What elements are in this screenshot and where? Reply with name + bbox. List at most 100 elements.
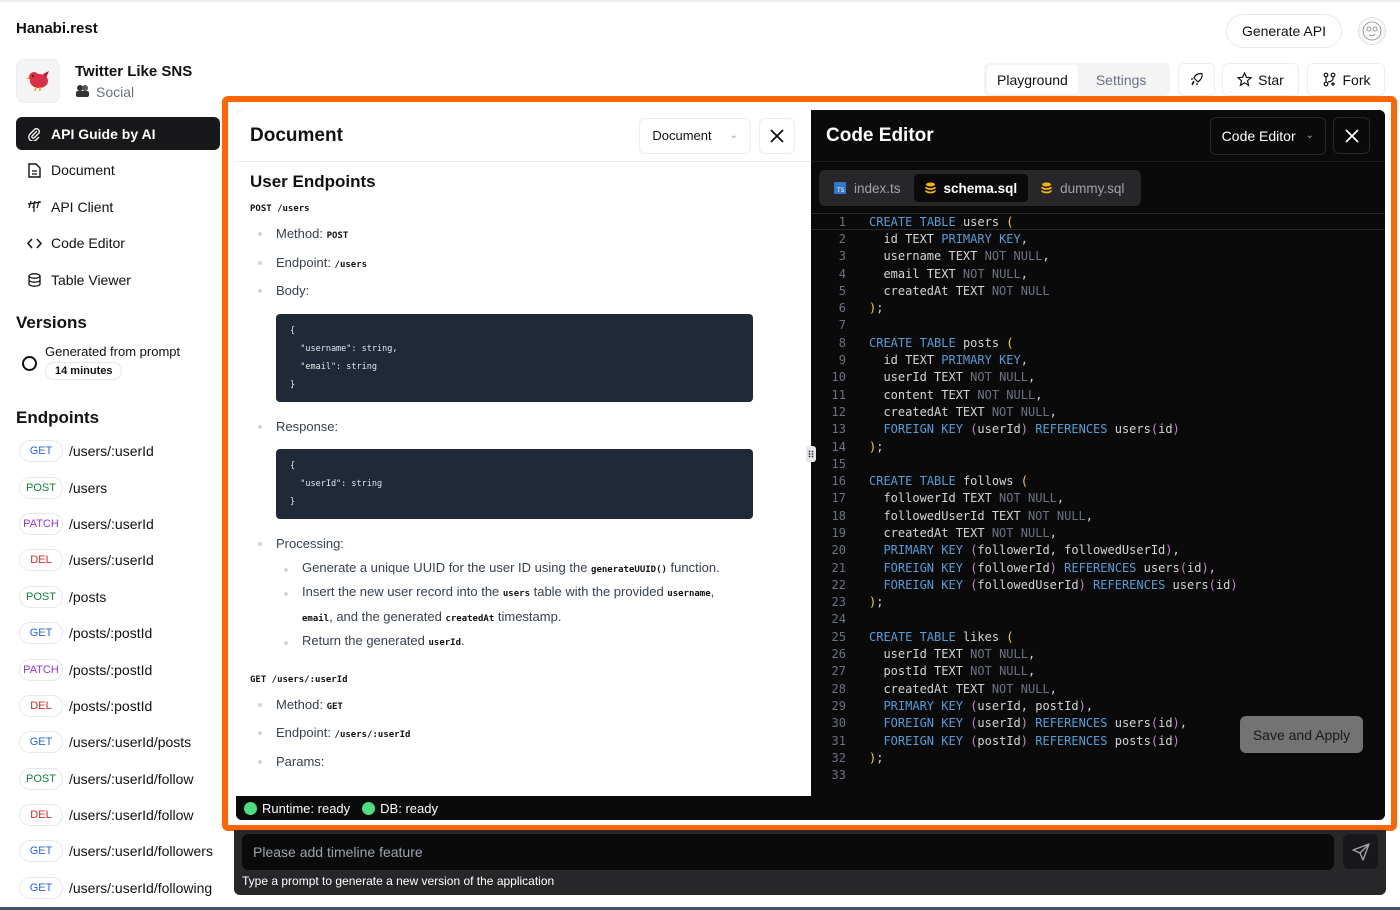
nav-label: Document (51, 162, 115, 178)
project-header: Twitter Like SNS Social (16, 59, 192, 103)
response-item: Response: (250, 414, 797, 440)
method-badge: GET (19, 731, 63, 754)
section-heading: User Endpoints (250, 172, 376, 191)
method-item: Method: POST (250, 221, 797, 250)
line-text: userId TEXT NOT NULL, (869, 647, 1036, 662)
code-line: 22 FOREIGN KEY (followedUserId) REFERENC… (811, 576, 1385, 593)
code-editor-select[interactable]: Code Editor ⌄ (1209, 116, 1326, 155)
endpoint-item[interactable]: DEL/users/:userId/follow (19, 797, 213, 833)
document-panel-select[interactable]: Document ⌄ (639, 117, 751, 154)
star-icon (1237, 72, 1253, 87)
line-text: FOREIGN KEY (userId) REFERENCES users(id… (883, 716, 1188, 731)
code-line: 26 userId TEXT NOT NULL, (811, 645, 1385, 662)
tab-settings[interactable]: Settings (1086, 65, 1157, 94)
send-button[interactable] (1343, 834, 1378, 869)
endpoint-path: /posts/:postId (69, 697, 153, 714)
generate-api-button[interactable]: Generate API (1225, 14, 1342, 48)
deploy-button[interactable] (1178, 63, 1215, 96)
file-tab-label: index.ts (854, 180, 901, 196)
db-status-dot (362, 801, 376, 815)
code-line: 17 followerId TEXT NOT NULL, (811, 490, 1385, 507)
line-text: CREATE TABLE posts ( (869, 335, 1014, 350)
typescript-icon: TS (834, 182, 846, 194)
endpoint-item[interactable]: GET/users/:userId/following (19, 870, 213, 906)
sidebar-item-api-client[interactable]: API Client (16, 190, 220, 223)
method-badge: GET (19, 840, 63, 863)
prompt-input[interactable] (242, 834, 1334, 870)
endpoint-item[interactable]: PATCH/posts/:postId (19, 651, 213, 687)
endpoint-path: /users/:userId/followers (69, 843, 213, 860)
line-text: FOREIGN KEY (followedUserId) REFERENCES … (883, 577, 1238, 592)
code-line: 14); (811, 438, 1385, 455)
sidebar-item-code-editor[interactable]: Code Editor (16, 227, 220, 260)
file-tab-schema-sql[interactable]: schema.sql (913, 174, 1029, 202)
database-icon (924, 182, 936, 194)
fork-button[interactable]: Fork (1307, 63, 1385, 96)
line-text: CREATE TABLE follows ( (869, 474, 1028, 489)
close-document-button[interactable] (759, 117, 795, 154)
sidebar-nav: API Guide by AI Document API Client Code… (16, 117, 220, 300)
line-number: 31 (831, 733, 846, 748)
endpoint-item: Endpoint: /users (250, 250, 797, 279)
close-editor-button[interactable] (1333, 117, 1370, 154)
user-avatar[interactable] (1358, 17, 1386, 45)
endpoint-item[interactable]: DEL/posts/:postId (19, 688, 213, 724)
version-age-badge: 14 minutes (45, 362, 123, 380)
runtime-status-dot (244, 801, 257, 815)
line-text: CREATE TABLE likes ( (869, 629, 1014, 644)
code-line: 16 CREATE TABLE follows ( (811, 472, 1385, 489)
code-area[interactable]: 1 CREATE TABLE users (2 id TEXT PRIMARY K… (811, 213, 1385, 784)
endpoint-item[interactable]: GET/posts/:postId (19, 615, 213, 651)
line-number: 28 (831, 681, 846, 696)
code-editor-title: Code Editor (826, 124, 934, 146)
endpoint-item[interactable]: DEL/users/:userId (19, 542, 213, 578)
endpoint-path: /users/:userId (69, 552, 154, 569)
endpoint-item[interactable]: GET/users/:userId/posts (19, 724, 213, 760)
line-text: FOREIGN KEY (followerId) REFERENCES user… (883, 560, 1216, 575)
line-number: 14 (831, 439, 846, 454)
database-icon (26, 272, 42, 288)
line-number: 6 (838, 301, 846, 316)
line-text: ); (869, 750, 884, 765)
body-code-block: { "username": string, "email": string } (276, 313, 753, 402)
endpoint-item[interactable]: GET/users/:userId/followers (19, 833, 213, 869)
file-tab-dummy-sql[interactable]: dummy.sql (1030, 174, 1135, 202)
save-and-apply-button[interactable]: Save and Apply (1240, 716, 1363, 753)
version-item[interactable]: Generated from prompt 14 minutes (22, 344, 180, 380)
endpoint-path: /users/:userId (69, 443, 154, 460)
file-tab-index-ts[interactable]: TS index.ts (823, 174, 912, 202)
brand-logo[interactable]: Hanabi.rest (16, 20, 98, 37)
method-badge: POST (19, 585, 63, 608)
code-line: 8 CREATE TABLE posts ( (811, 334, 1385, 351)
line-number: 20 (831, 543, 846, 558)
version-radio[interactable] (22, 356, 37, 371)
sidebar-item-document[interactable]: Document (16, 154, 220, 187)
svg-text:TS: TS (836, 187, 845, 194)
line-text: createdAt TEXT NOT NULL (869, 283, 1050, 298)
endpoint-item[interactable]: PATCH/users/:userId (19, 506, 213, 542)
nav-label: API Guide by AI (51, 125, 156, 142)
document-content: User Endpoints POST /users Method: POST … (236, 162, 811, 796)
star-button[interactable]: Star (1222, 63, 1299, 96)
line-text: FOREIGN KEY (userId) REFERENCES users(id… (883, 422, 1180, 437)
sidebar-item-api-guide[interactable]: API Guide by AI (16, 117, 220, 150)
endpoint-heading: POST /users (250, 204, 310, 214)
line-text: ); (869, 301, 884, 316)
endpoint-item[interactable]: POST/users/:userId/follow (19, 761, 213, 797)
sidebar-item-table-viewer[interactable]: Table Viewer (16, 263, 220, 296)
line-number: 8 (838, 335, 846, 350)
endpoint-item[interactable]: POST/posts (19, 579, 213, 615)
panel-resize-handle[interactable] (806, 446, 816, 462)
project-category-label: Social (96, 84, 135, 100)
fork-label: Fork (1342, 71, 1371, 88)
endpoint-item[interactable]: GET/users/:userId (19, 433, 213, 469)
endpoint-item[interactable]: POST/users (19, 469, 213, 505)
line-number: 3 (838, 249, 846, 264)
endpoint-path: /users/:userId/following (69, 879, 213, 896)
send-icon (1351, 842, 1370, 861)
tab-playground[interactable]: Playground (987, 65, 1078, 94)
line-number: 16 (831, 474, 846, 489)
code-line: 6); (811, 299, 1385, 316)
code-line: 24 (811, 611, 1385, 628)
line-text: email TEXT NOT NULL, (869, 266, 1028, 281)
